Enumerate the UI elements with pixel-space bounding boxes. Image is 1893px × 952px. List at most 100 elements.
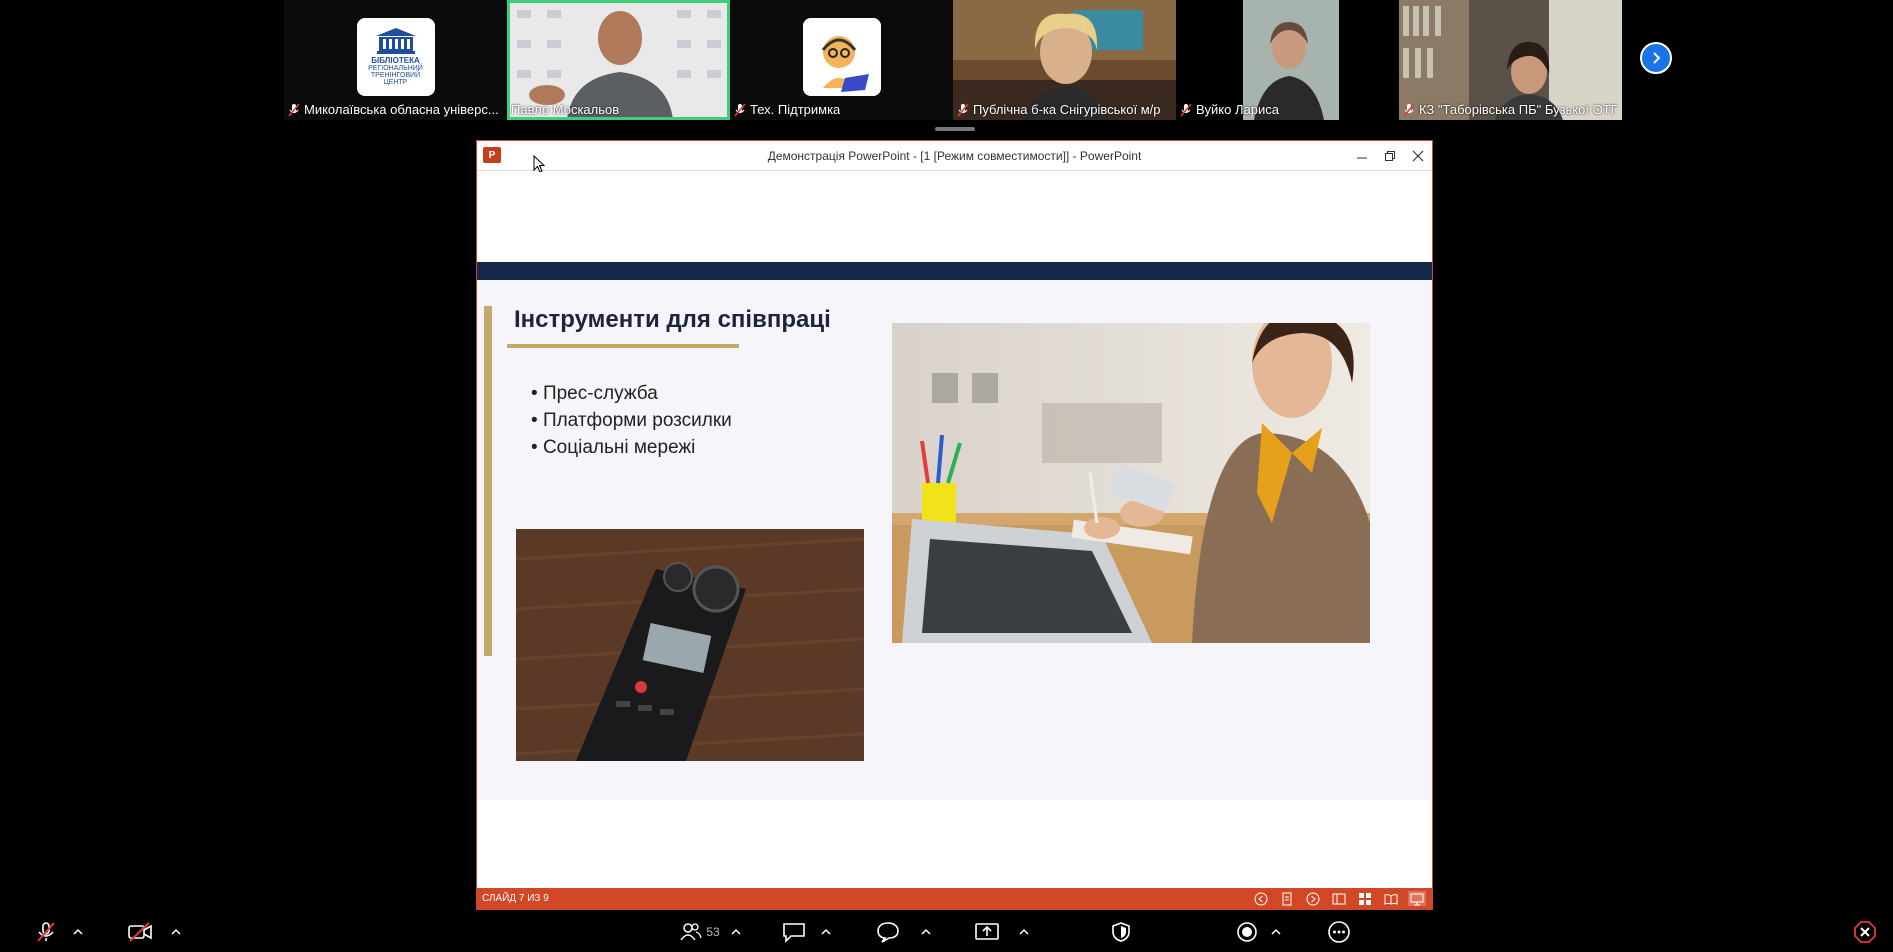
chevron-up-icon bbox=[921, 928, 931, 935]
next-participants-button[interactable] bbox=[1640, 42, 1672, 74]
mic-muted-icon bbox=[1180, 102, 1192, 117]
previous-slide-button[interactable] bbox=[1252, 891, 1270, 906]
normal-view-button[interactable] bbox=[1330, 891, 1348, 906]
notes-icon bbox=[1282, 892, 1292, 905]
participants-button[interactable]: 53 bbox=[672, 918, 728, 946]
chevron-up-icon bbox=[821, 928, 831, 935]
leave-meeting-button[interactable] bbox=[1852, 918, 1878, 946]
camera-off-icon bbox=[128, 922, 152, 942]
microphone-options[interactable] bbox=[70, 918, 86, 946]
participant-name-0: Миколаївська обласна універс... bbox=[288, 102, 499, 117]
previous-icon bbox=[1254, 892, 1268, 905]
slide-sorter-button[interactable] bbox=[1356, 891, 1374, 906]
mic-muted-icon bbox=[288, 102, 300, 117]
chevron-up-icon bbox=[731, 928, 741, 935]
chevron-up-icon bbox=[73, 928, 83, 935]
slide-header-band bbox=[477, 262, 1432, 280]
minimize-button[interactable] bbox=[1348, 141, 1376, 171]
logo-line-4: ЦЕНТР bbox=[383, 79, 408, 86]
bullet-item: Прес-служба bbox=[531, 380, 732, 407]
reading-view-icon bbox=[1384, 893, 1398, 905]
mic-muted-icon bbox=[957, 102, 969, 117]
mic-muted-icon bbox=[1403, 102, 1415, 117]
ppt-view-controls bbox=[1252, 891, 1426, 906]
logo-line-2: РЕГІОНАЛЬНИЙ bbox=[368, 65, 423, 72]
shield-icon bbox=[1112, 922, 1130, 942]
participant-name-4: Вуйко Лариса bbox=[1180, 102, 1279, 117]
mic-muted-icon bbox=[734, 102, 746, 117]
chevron-up-icon bbox=[1271, 928, 1281, 935]
leave-icon bbox=[1854, 921, 1876, 943]
share-screen-icon bbox=[975, 923, 999, 940]
mouse-cursor-icon bbox=[533, 155, 545, 173]
reactions-options[interactable] bbox=[918, 918, 934, 946]
meeting-toolbar: 53 bbox=[0, 912, 1893, 952]
slideshow-button[interactable] bbox=[1408, 891, 1426, 906]
participant-tile-3[interactable]: Публічна б-ка Снігурівської м/р bbox=[953, 0, 1176, 120]
record-icon bbox=[1237, 922, 1257, 942]
participant-name-5: КЗ "Таборівська ПБ" Бузької ОТГ bbox=[1403, 102, 1618, 117]
mic-muted-icon bbox=[37, 922, 55, 942]
video-conference-screen: БІБЛІОТЕКА РЕГІОНАЛЬНИЙ ТРЕНІНГОВИЙ ЦЕНТ… bbox=[0, 0, 1893, 952]
maximize-button[interactable] bbox=[1376, 141, 1404, 171]
participant-tile-4[interactable]: Вуйко Лариса bbox=[1176, 0, 1399, 120]
grid-view-icon bbox=[1359, 892, 1371, 905]
ppt-window-title: Демонстрація PowerPoint - [1 [Режим совм… bbox=[767, 148, 1142, 163]
reaction-bubble-icon bbox=[877, 922, 899, 943]
chat-icon bbox=[783, 923, 805, 943]
next-icon bbox=[1306, 892, 1320, 905]
slide-content: Інструменти для співпраці Прес-служба Пл… bbox=[477, 280, 1432, 800]
library-logo: БІБЛІОТЕКА РЕГІОНАЛЬНИЙ ТРЕНІНГОВИЙ ЦЕНТ… bbox=[356, 18, 435, 96]
participants-options[interactable] bbox=[728, 918, 744, 946]
library-building-icon bbox=[375, 28, 416, 54]
record-options[interactable] bbox=[1268, 918, 1284, 946]
close-window-button[interactable] bbox=[1404, 141, 1432, 171]
slideshow-icon bbox=[1410, 893, 1424, 905]
participant-tile-1[interactable]: Павло Москальов bbox=[507, 0, 730, 120]
participant-name-3: Публічна б-ка Снігурівської м/р bbox=[957, 102, 1160, 117]
ppt-status-bar: СЛАЙД 7 ИЗ 9 bbox=[477, 888, 1432, 909]
slide-side-accent bbox=[484, 306, 492, 656]
powerpoint-window: P Демонстрація PowerPoint - [1 [Режим со… bbox=[476, 140, 1433, 910]
chevron-up-icon bbox=[1019, 928, 1029, 935]
chat-options[interactable] bbox=[818, 918, 834, 946]
logo-line-3: ТРЕНІНГОВИЙ bbox=[370, 72, 421, 79]
strip-resize-handle[interactable] bbox=[935, 127, 975, 131]
share-options[interactable] bbox=[1016, 918, 1032, 946]
voice-recorder-photo bbox=[516, 529, 864, 761]
reading-view-button[interactable] bbox=[1382, 891, 1400, 906]
next-slide-button[interactable] bbox=[1304, 891, 1322, 906]
bullet-item: Соціальні мережі bbox=[531, 434, 732, 461]
microphone-toggle[interactable] bbox=[32, 918, 60, 946]
title-underline bbox=[507, 344, 739, 348]
security-button[interactable] bbox=[1108, 918, 1134, 946]
camera-options[interactable] bbox=[168, 918, 184, 946]
bullet-item: Платформи розсилки bbox=[531, 407, 732, 434]
participant-tile-5[interactable]: КЗ "Таборівська ПБ" Бузької ОТГ bbox=[1399, 0, 1622, 120]
normal-view-icon bbox=[1332, 893, 1346, 904]
more-options-button[interactable] bbox=[1326, 918, 1352, 946]
camera-toggle[interactable] bbox=[126, 918, 154, 946]
people-icon bbox=[680, 923, 702, 941]
slide-viewport[interactable]: Інструменти для співпраці Прес-служба Пл… bbox=[477, 172, 1432, 889]
participant-name-1: Павло Москальов bbox=[511, 102, 620, 117]
slide-counter: СЛАЙД 7 ИЗ 9 bbox=[482, 893, 549, 904]
slide-title: Інструменти для співпраці bbox=[514, 306, 831, 333]
ppt-title-bar[interactable]: P Демонстрація PowerPoint - [1 [Режим со… bbox=[477, 141, 1432, 173]
participant-tile-0[interactable]: БІБЛІОТЕКА РЕГІОНАЛЬНИЙ ТРЕНІНГОВИЙ ЦЕНТ… bbox=[284, 0, 507, 120]
participants-count: 53 bbox=[706, 925, 720, 939]
reactions-button[interactable] bbox=[874, 918, 902, 946]
chat-button[interactable] bbox=[780, 918, 808, 946]
support-agent-icon bbox=[802, 18, 881, 96]
notes-button[interactable] bbox=[1278, 891, 1296, 906]
woman-laptop-photo bbox=[892, 323, 1370, 643]
restore-icon bbox=[1385, 151, 1395, 161]
share-screen-button[interactable] bbox=[972, 918, 1002, 946]
close-icon bbox=[1412, 150, 1424, 162]
slide-bullet-list: Прес-служба Платформи розсилки Соціальні… bbox=[531, 380, 732, 461]
participant-tile-2[interactable]: Тех. Підтримка bbox=[730, 0, 953, 120]
record-button[interactable] bbox=[1234, 918, 1260, 946]
chevron-up-icon bbox=[171, 928, 181, 935]
more-icon bbox=[1328, 921, 1350, 943]
chevron-right-icon bbox=[1653, 52, 1661, 64]
